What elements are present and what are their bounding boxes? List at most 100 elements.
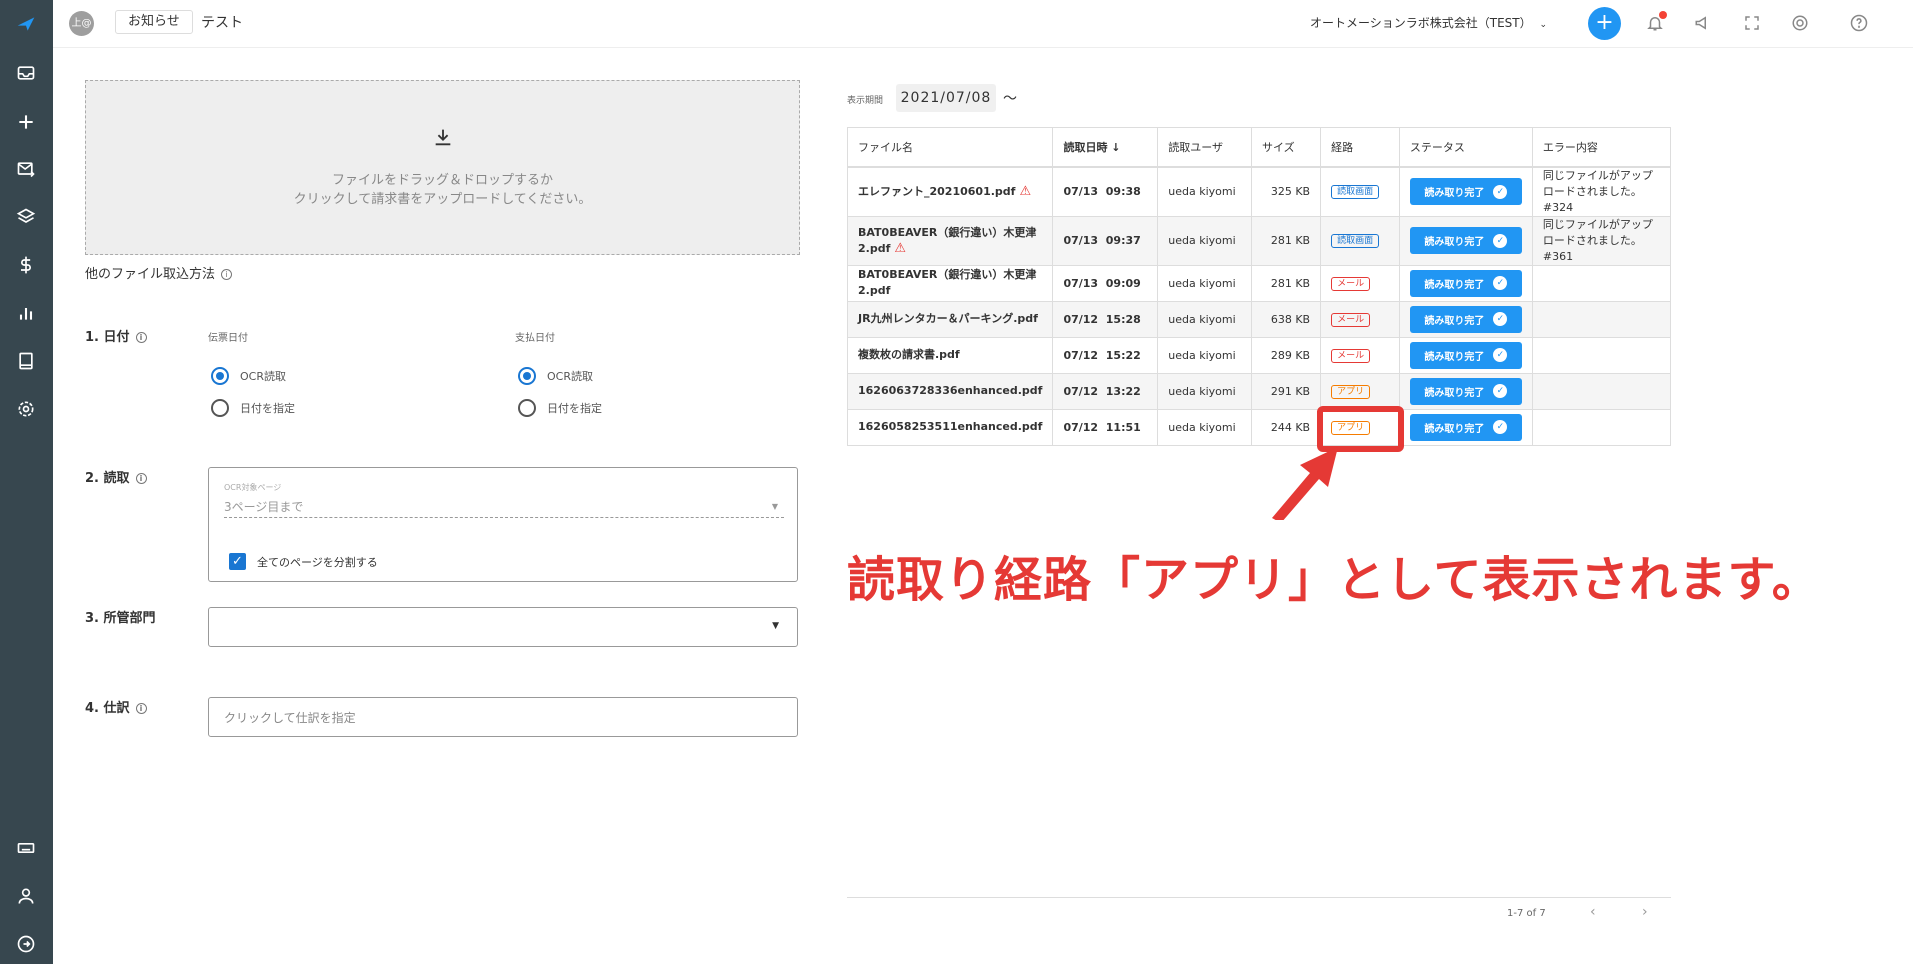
read-time: 15:22 xyxy=(1105,348,1141,362)
caret-down-icon: ▼ xyxy=(772,621,779,631)
read-time: 13:22 xyxy=(1105,384,1141,398)
route-cell: メール xyxy=(1320,336,1400,374)
col-user[interactable]: 読取ユーザ xyxy=(1157,127,1253,168)
read-time: 15:28 xyxy=(1105,312,1141,326)
read-datetime-cell: 07/13 09:37 xyxy=(1052,215,1159,266)
annotation-text: 読取り経路「アプリ」として表示されます。 xyxy=(847,552,1821,608)
table-row[interactable]: 1626058253511enhanced.pdf 07/12 11:51 ue… xyxy=(846,408,1672,446)
add-button[interactable]: + xyxy=(1588,7,1621,40)
status-label: 読み取り完了 xyxy=(1424,351,1485,363)
size-cell: 325 KB xyxy=(1251,166,1322,217)
support-icon[interactable] xyxy=(1789,12,1811,34)
status-button[interactable]: 読み取り完了 ✓ xyxy=(1409,269,1522,297)
status-button[interactable]: 読み取り完了 ✓ xyxy=(1409,227,1522,254)
megaphone-icon[interactable] xyxy=(1692,12,1714,34)
prev-page-button[interactable]: ‹ xyxy=(1590,904,1596,920)
keyboard-icon[interactable] xyxy=(14,836,38,860)
size-cell: 281 KB xyxy=(1251,264,1322,302)
status-label: 読み取り完了 xyxy=(1424,387,1485,399)
layers-icon[interactable] xyxy=(14,205,38,229)
file-name-cell: 複数枚の請求書.pdf xyxy=(846,336,1054,374)
status-label: 読み取り完了 xyxy=(1424,237,1485,248)
user-icon[interactable] xyxy=(14,884,38,908)
invoice-date-ocr-radio[interactable]: OCR読取 xyxy=(211,367,286,385)
gear-icon[interactable] xyxy=(14,397,38,421)
status-button[interactable]: 読み取り完了 ✓ xyxy=(1409,178,1522,205)
inbox-icon[interactable] xyxy=(14,61,38,85)
ocr-pages-select[interactable]: 3ページ目まで ▼ xyxy=(224,498,784,518)
date-section-title: 1. 日付 xyxy=(85,330,130,345)
chevron-down-icon: ⌄ xyxy=(1539,20,1547,30)
date-section-label: 1. 日付 i xyxy=(85,326,147,345)
info-icon[interactable]: i xyxy=(135,703,147,714)
read-date: 07/12 xyxy=(1063,348,1099,362)
help-icon[interactable] xyxy=(1848,12,1870,34)
dollar-icon[interactable] xyxy=(14,253,38,277)
route-badge: メール xyxy=(1331,276,1371,291)
period-date-input[interactable]: 2021/07/08 xyxy=(896,84,996,112)
check-circle-icon: ✓ xyxy=(1493,420,1508,434)
table-row[interactable]: エレファント_20210601.pdf ⚠ 07/13 09:38 ueda ki… xyxy=(846,166,1672,217)
journal-input[interactable]: クリックして仕訳を指定 xyxy=(208,697,798,737)
file-name-cell: JR九州レンタカー＆パーキング.pdf xyxy=(846,300,1054,338)
mail-import-icon[interactable] xyxy=(14,157,38,181)
file-name: BAT0BEAVER（銀行違い）木更津2.pdf xyxy=(858,225,1037,255)
table-row[interactable]: 1626063728336enhanced.pdf 07/12 13:22 ue… xyxy=(846,372,1672,410)
error-cell xyxy=(1531,264,1672,302)
avatar[interactable]: 上@ xyxy=(69,11,94,36)
check-circle-icon: ✓ xyxy=(1493,348,1508,362)
file-name-cell: エレファント_20210601.pdf ⚠ xyxy=(846,166,1054,217)
payment-date-ocr-radio[interactable]: OCR読取 xyxy=(518,367,593,385)
upload-dropzone[interactable]: ファイルをドラッグ＆ドロップするか クリックして請求書をアップロードしてください… xyxy=(85,80,800,255)
table-row[interactable]: 複数枚の請求書.pdf 07/12 15:22 ueda kiyomi 289 … xyxy=(846,336,1672,374)
next-page-button[interactable]: › xyxy=(1642,904,1648,920)
col-status[interactable]: ステータス xyxy=(1398,127,1533,168)
size-cell: 289 KB xyxy=(1251,336,1322,374)
user-cell: ueda kiyomi xyxy=(1157,336,1253,374)
route-badge: アプリ xyxy=(1331,384,1371,399)
col-error[interactable]: エラー内容 xyxy=(1531,127,1672,168)
invoice-date-specify-radio[interactable]: 日付を指定 xyxy=(211,399,295,417)
col-size[interactable]: サイズ xyxy=(1251,127,1322,168)
error-cell: 同じファイルがアップロードされました。#361 xyxy=(1531,215,1672,266)
radio-label: OCR読取 xyxy=(547,370,593,383)
status-cell: 読み取り完了 ✓ xyxy=(1398,336,1533,374)
radio-unchecked-icon xyxy=(211,399,229,417)
info-icon[interactable]: i xyxy=(135,473,147,484)
logout-icon[interactable] xyxy=(14,932,38,956)
notice-button[interactable]: お知らせ xyxy=(115,10,193,34)
add-icon[interactable] xyxy=(14,110,38,134)
dept-select[interactable]: ▼ xyxy=(208,607,798,647)
check-circle-icon: ✓ xyxy=(1493,233,1508,248)
file-name-cell: 1626063728336enhanced.pdf xyxy=(846,372,1054,410)
info-icon[interactable]: i xyxy=(221,269,233,280)
read-datetime-cell: 07/13 09:38 xyxy=(1052,166,1159,217)
read-time: 09:09 xyxy=(1105,276,1141,290)
logo-icon[interactable] xyxy=(14,12,38,36)
info-icon[interactable]: i xyxy=(135,332,147,343)
status-button[interactable]: 読み取り完了 ✓ xyxy=(1409,413,1522,441)
book-icon[interactable] xyxy=(14,349,38,373)
col-route[interactable]: 経路 xyxy=(1320,127,1400,168)
status-button[interactable]: 読み取り完了 ✓ xyxy=(1409,377,1522,405)
table-row[interactable]: BAT0BEAVER（銀行違い）木更津2.pdf ⚠ 07/13 09:37 ue… xyxy=(846,215,1672,266)
col-filename[interactable]: ファイル名 xyxy=(846,127,1054,168)
company-selector[interactable]: オートメーションラボ株式会社（TEST） ⌄ xyxy=(1310,14,1547,31)
status-label: 読み取り完了 xyxy=(1424,315,1485,327)
status-button[interactable]: 読み取り完了 ✓ xyxy=(1409,341,1522,369)
payment-date-specify-radio[interactable]: 日付を指定 xyxy=(518,399,602,417)
split-pages-checkbox[interactable]: ✓ 全てのページを分割する xyxy=(229,553,378,570)
table-row[interactable]: BAT0BEAVER（銀行違い）木更津2.pdf 07/13 09:09 ued… xyxy=(846,264,1672,302)
fullscreen-icon[interactable] xyxy=(1741,12,1763,34)
status-cell: 読み取り完了 ✓ xyxy=(1398,300,1533,338)
status-cell: 読み取り完了 ✓ xyxy=(1398,372,1533,410)
col-read-datetime[interactable]: 読取日時 ↓ xyxy=(1052,127,1159,168)
table-row[interactable]: JR九州レンタカー＆パーキング.pdf 07/12 15:28 ueda kiy… xyxy=(846,300,1672,338)
other-import-methods[interactable]: 他のファイル取込方法 i xyxy=(85,263,233,282)
radio-checked-icon xyxy=(518,367,536,385)
journal-section-label: 4. 仕訳 i xyxy=(85,697,147,716)
status-button[interactable]: 読み取り完了 ✓ xyxy=(1409,305,1522,333)
chart-icon[interactable] xyxy=(14,301,38,325)
size-cell: 638 KB xyxy=(1251,300,1322,338)
other-import-methods-label: 他のファイル取込方法 xyxy=(85,267,216,282)
